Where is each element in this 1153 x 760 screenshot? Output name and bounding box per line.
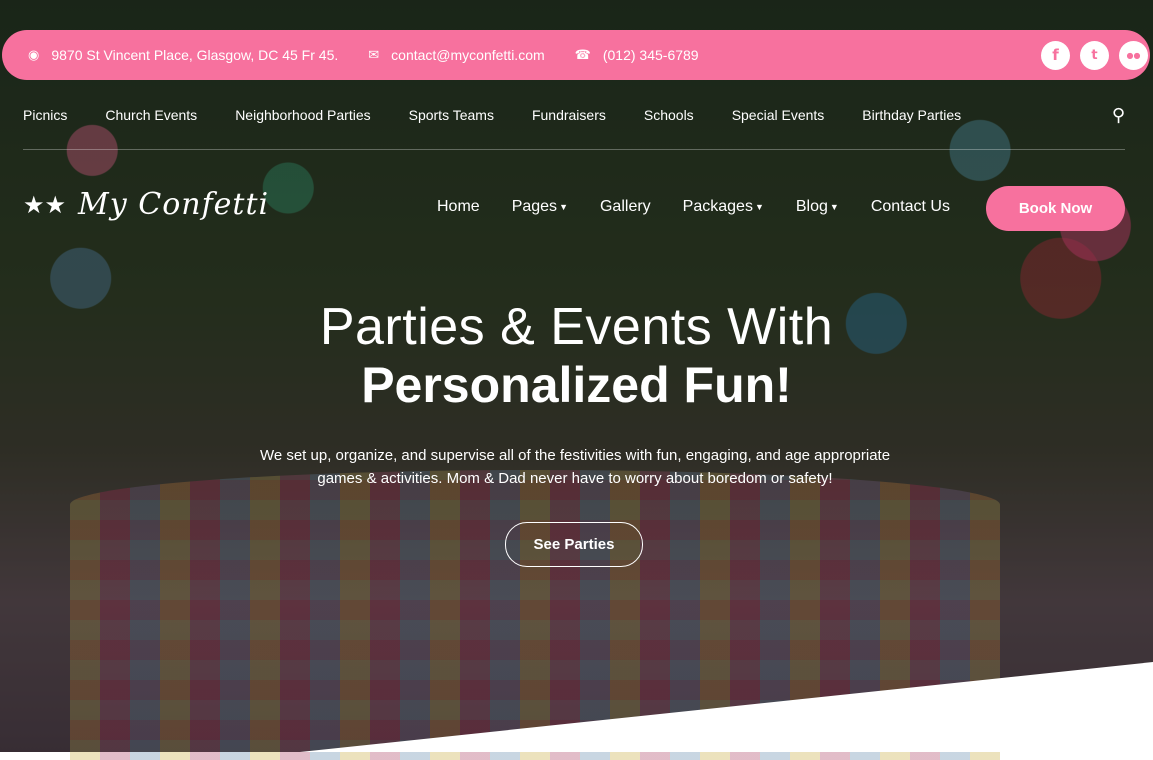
logo-text: My Confetti <box>78 187 270 222</box>
category-birthday-parties[interactable]: Birthday Parties <box>862 107 961 123</box>
category-neighborhood-parties[interactable]: Neighborhood Parties <box>235 107 370 123</box>
phone-icon: ☎ <box>574 47 591 62</box>
nav-blog-label: Blog <box>795 198 828 215</box>
facebook-icon[interactable]: f <box>1041 40 1070 70</box>
nav-contact-us-label: Contact Us <box>870 198 950 215</box>
caret-down-icon: ▼ <box>754 201 764 212</box>
category-sports-teams[interactable]: Sports Teams <box>409 107 494 123</box>
nav-blog[interactable]: Blog ▼ <box>796 198 839 216</box>
caret-down-icon: ▼ <box>829 201 839 212</box>
contact-bar: ◉ 9870 St Vincent Place, Glasgow, DC 45 … <box>2 30 1150 80</box>
see-parties-button[interactable]: See Parties <box>505 522 643 567</box>
flickr-icon[interactable]: ●● <box>1119 40 1148 70</box>
contact-email[interactable]: ✉ contact@myconfetti.com <box>368 47 544 63</box>
nav-home-label: Home <box>437 198 480 215</box>
nav-packages[interactable]: Packages ▼ <box>683 198 764 216</box>
contact-phone[interactable]: ☎ (012) 345-6789 <box>575 47 699 63</box>
phone-text[interactable]: (012) 345-6789 <box>603 47 699 63</box>
nav-divider <box>23 149 1125 150</box>
map-marker-icon: ◉ <box>28 47 40 62</box>
category-fundraisers[interactable]: Fundraisers <box>532 107 606 123</box>
nav-packages-label: Packages <box>682 198 753 215</box>
email-text[interactable]: contact@myconfetti.com <box>391 47 545 63</box>
site-logo[interactable]: ★★ My Confetti <box>23 187 269 222</box>
nav-contact-us[interactable]: Contact Us <box>871 198 950 216</box>
hero-headline-line2: Personalized Fun! <box>361 357 792 413</box>
bottom-angled-divider <box>300 662 1153 752</box>
caret-down-icon: ▼ <box>559 201 568 212</box>
nav-pages[interactable]: Pages ▼ <box>512 198 568 216</box>
nav-home[interactable]: Home <box>437 198 480 216</box>
main-nav: Home Pages ▼ Gallery Packages ▼ Blog ▼ Cont… <box>437 198 950 216</box>
book-now-button[interactable]: Book Now <box>986 186 1125 231</box>
nav-gallery[interactable]: Gallery <box>600 198 651 216</box>
hero-headline: Parties & Events With Personalized Fun! <box>0 298 1153 414</box>
hero-headline-line1: Parties & Events With <box>319 298 834 356</box>
category-picnics[interactable]: Picnics <box>23 107 67 123</box>
address-text: 9870 St Vincent Place, Glasgow, DC 45 Fr… <box>51 47 339 63</box>
category-schools[interactable]: Schools <box>644 107 694 123</box>
logo-kids-icon: ★★ <box>23 190 67 219</box>
envelope-icon: ✉ <box>368 47 380 62</box>
social-links: f t ●● <box>1041 40 1148 70</box>
twitter-icon[interactable]: t <box>1080 40 1109 70</box>
category-church-events[interactable]: Church Events <box>105 107 197 123</box>
search-icon[interactable]: ⚲ <box>1112 105 1125 126</box>
nav-gallery-label: Gallery <box>599 198 651 215</box>
category-nav: Picnics Church Events Neighborhood Parti… <box>23 100 1125 130</box>
hero-description: We set up, organize, and supervise all o… <box>259 447 891 487</box>
contact-address: ◉ 9870 St Vincent Place, Glasgow, DC 45 … <box>28 47 338 63</box>
category-special-events[interactable]: Special Events <box>732 107 825 123</box>
nav-pages-label: Pages <box>511 198 558 215</box>
